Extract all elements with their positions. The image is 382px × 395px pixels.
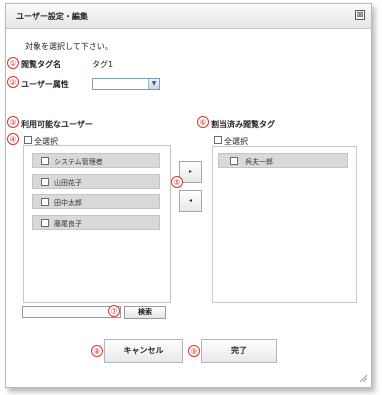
tag-name-label: 閲覧タグ名 bbox=[21, 60, 61, 69]
list-item[interactable]: 田中太郎 bbox=[32, 194, 160, 209]
item-checkbox[interactable] bbox=[41, 157, 49, 165]
marker-9: ⑨ bbox=[188, 345, 200, 357]
close-icon: ⊠ bbox=[356, 10, 364, 19]
arrow-left-icon: ◂ bbox=[188, 197, 192, 204]
dialog-title: ユーザー設定・編集 bbox=[16, 12, 88, 21]
available-select-all-checkbox[interactable] bbox=[24, 136, 32, 144]
chevron-down-icon[interactable]: ▼ bbox=[148, 79, 159, 89]
marker-8: ⑧ bbox=[91, 345, 103, 357]
dialog-titlebar: ユーザー設定・編集 ⊠ bbox=[6, 4, 371, 29]
marker-6: ⑥ bbox=[197, 116, 209, 128]
search-button-label: 検索 bbox=[138, 308, 152, 316]
item-checkbox[interactable] bbox=[230, 157, 238, 165]
user-attribute-select[interactable]: ▼ bbox=[92, 78, 160, 90]
marker-5: ⑤ bbox=[171, 176, 183, 188]
done-button-label: 完了 bbox=[231, 346, 247, 355]
done-button[interactable]: 完了 bbox=[201, 339, 277, 363]
remove-from-assigned-button[interactable]: ◂ bbox=[179, 190, 202, 212]
list-item[interactable]: 藤尾良子 bbox=[32, 215, 160, 230]
item-label: 山田花子 bbox=[54, 179, 82, 187]
search-button[interactable]: 検索 bbox=[124, 306, 166, 319]
list-item[interactable]: 呉夫一郎 bbox=[218, 153, 348, 168]
assigned-tags-heading: 割当済み閲覧タグ bbox=[211, 120, 275, 129]
tag-name-value: タグ1 bbox=[92, 60, 114, 69]
item-label: 藤尾良子 bbox=[54, 220, 82, 228]
cancel-button-label: キャンセル bbox=[123, 346, 164, 355]
marker-1: ① bbox=[7, 57, 19, 69]
list-item[interactable]: 山田花子 bbox=[32, 174, 160, 189]
assigned-tags-list[interactable] bbox=[212, 146, 357, 303]
user-attribute-label: ユーザー属性 bbox=[21, 80, 69, 89]
assigned-select-all-checkbox[interactable] bbox=[214, 136, 222, 144]
arrow-right-icon: ▸ bbox=[188, 168, 192, 175]
item-checkbox[interactable] bbox=[41, 219, 49, 227]
marker-3: ③ bbox=[7, 116, 19, 128]
list-item[interactable]: システム管理者 bbox=[32, 153, 160, 168]
item-label: 田中太郎 bbox=[54, 199, 82, 207]
instruction-text: 対象を選択して下さい。 bbox=[25, 42, 113, 51]
marker-4: ④ bbox=[7, 133, 19, 145]
item-label: 呉夫一郎 bbox=[245, 158, 273, 166]
resize-grip-icon[interactable] bbox=[359, 374, 367, 382]
cancel-button[interactable]: キャンセル bbox=[104, 339, 183, 363]
close-button[interactable]: ⊠ bbox=[355, 10, 365, 20]
item-label: システム管理者 bbox=[54, 158, 103, 166]
item-checkbox[interactable] bbox=[41, 198, 49, 206]
marker-2: ② bbox=[7, 76, 19, 88]
search-input[interactable] bbox=[22, 306, 121, 318]
available-users-heading: 利用可能なユーザー bbox=[21, 120, 93, 129]
marker-7: ⑦ bbox=[108, 305, 120, 317]
item-checkbox[interactable] bbox=[41, 178, 49, 186]
